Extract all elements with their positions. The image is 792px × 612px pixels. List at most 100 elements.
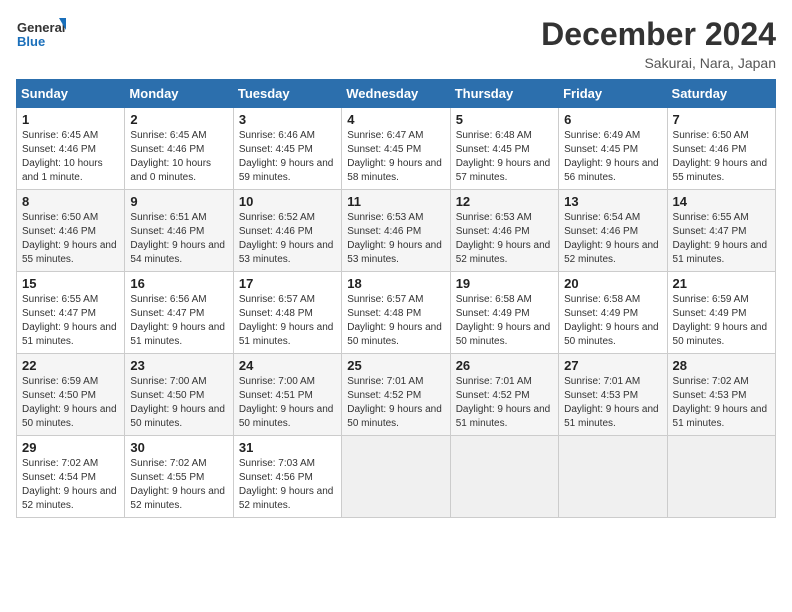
weekday-header-monday: Monday (125, 80, 233, 108)
calendar-cell: 27 Sunrise: 7:01 AMSunset: 4:53 PMDayligh… (559, 354, 667, 436)
calendar-cell: 5Sunrise: 6:48 AMSunset: 4:45 PMDaylight… (450, 108, 558, 190)
calendar-cell: 31 Sunrise: 7:03 AMSunset: 4:56 PMDayligh… (233, 436, 341, 518)
day-info: Sunrise: 6:58 AMSunset: 4:49 PMDaylight:… (456, 293, 553, 349)
calendar-title: December 2024 (541, 16, 776, 53)
calendar-cell: 12 Sunrise: 6:53 AMSunset: 4:46 PMDayligh… (450, 190, 558, 272)
day-info: Sunrise: 7:01 AMSunset: 4:52 PMDaylight:… (347, 375, 444, 431)
day-info: Sunrise: 6:50 AMSunset: 4:46 PMDaylight:… (673, 129, 770, 185)
day-info: Sunrise: 6:53 AMSunset: 4:46 PMDaylight:… (456, 211, 553, 267)
day-number: 21 (673, 276, 770, 291)
day-number: 5 (456, 112, 553, 127)
calendar-week-row: 8 Sunrise: 6:50 AMSunset: 4:46 PMDaylight… (17, 190, 776, 272)
day-number: 17 (239, 276, 336, 291)
calendar-cell: 13 Sunrise: 6:54 AMSunset: 4:46 PMDayligh… (559, 190, 667, 272)
day-number: 16 (130, 276, 227, 291)
calendar-week-row: 29Sunrise: 7:02 AMSunset: 4:54 PMDayligh… (17, 436, 776, 518)
day-number: 25 (347, 358, 444, 373)
weekday-header-sunday: Sunday (17, 80, 125, 108)
day-number: 30 (130, 440, 227, 455)
day-info: Sunrise: 6:47 AMSunset: 4:45 PMDaylight:… (347, 129, 444, 185)
day-info: Sunrise: 6:55 AMSunset: 4:47 PMDaylight:… (22, 293, 119, 349)
day-number: 6 (564, 112, 661, 127)
calendar-table: SundayMondayTuesdayWednesdayThursdayFrid… (16, 79, 776, 518)
calendar-week-row: 15 Sunrise: 6:55 AMSunset: 4:47 PMDayligh… (17, 272, 776, 354)
day-number: 9 (130, 194, 227, 209)
day-number: 15 (22, 276, 119, 291)
day-info: Sunrise: 6:46 AMSunset: 4:45 PMDaylight:… (239, 129, 336, 185)
calendar-cell: 1 Sunrise: 6:45 AMSunset: 4:46 PMDaylight… (17, 108, 125, 190)
day-info: Sunrise: 7:02 AMSunset: 4:55 PMDaylight:… (130, 457, 227, 513)
day-info: Sunrise: 6:49 AMSunset: 4:45 PMDaylight:… (564, 129, 661, 185)
calendar-cell: 8 Sunrise: 6:50 AMSunset: 4:46 PMDaylight… (17, 190, 125, 272)
day-number: 28 (673, 358, 770, 373)
day-info: Sunrise: 7:00 AMSunset: 4:51 PMDaylight:… (239, 375, 336, 431)
calendar-cell: 10 Sunrise: 6:52 AMSunset: 4:46 PMDayligh… (233, 190, 341, 272)
day-number: 24 (239, 358, 336, 373)
weekday-header-wednesday: Wednesday (342, 80, 450, 108)
day-info: Sunrise: 7:01 AMSunset: 4:53 PMDaylight:… (564, 375, 661, 431)
calendar-cell: 28Sunrise: 7:02 AMSunset: 4:53 PMDayligh… (667, 354, 775, 436)
day-info: Sunrise: 6:50 AMSunset: 4:46 PMDaylight:… (22, 211, 119, 267)
calendar-cell: 29Sunrise: 7:02 AMSunset: 4:54 PMDayligh… (17, 436, 125, 518)
day-info: Sunrise: 6:57 AMSunset: 4:48 PMDaylight:… (347, 293, 444, 349)
day-number: 14 (673, 194, 770, 209)
day-info: Sunrise: 6:51 AMSunset: 4:46 PMDaylight:… (130, 211, 227, 267)
calendar-cell: 30 Sunrise: 7:02 AMSunset: 4:55 PMDayligh… (125, 436, 233, 518)
day-number: 1 (22, 112, 119, 127)
calendar-cell (450, 436, 558, 518)
day-number: 10 (239, 194, 336, 209)
logo-svg: General Blue (16, 16, 66, 56)
calendar-week-row: 22 Sunrise: 6:59 AMSunset: 4:50 PMDayligh… (17, 354, 776, 436)
day-number: 13 (564, 194, 661, 209)
day-info: Sunrise: 6:54 AMSunset: 4:46 PMDaylight:… (564, 211, 661, 267)
calendar-week-row: 1 Sunrise: 6:45 AMSunset: 4:46 PMDaylight… (17, 108, 776, 190)
calendar-cell: 11Sunrise: 6:53 AMSunset: 4:46 PMDayligh… (342, 190, 450, 272)
calendar-cell: 7 Sunrise: 6:50 AMSunset: 4:46 PMDaylight… (667, 108, 775, 190)
day-number: 26 (456, 358, 553, 373)
calendar-subtitle: Sakurai, Nara, Japan (541, 55, 776, 71)
day-info: Sunrise: 6:56 AMSunset: 4:47 PMDaylight:… (130, 293, 227, 349)
svg-text:General: General (17, 20, 65, 35)
day-number: 3 (239, 112, 336, 127)
day-number: 20 (564, 276, 661, 291)
day-info: Sunrise: 6:45 AMSunset: 4:46 PMDaylight:… (22, 129, 119, 185)
calendar-cell: 20 Sunrise: 6:58 AMSunset: 4:49 PMDayligh… (559, 272, 667, 354)
logo: General Blue (16, 16, 66, 56)
calendar-cell: 19 Sunrise: 6:58 AMSunset: 4:49 PMDayligh… (450, 272, 558, 354)
day-info: Sunrise: 6:53 AMSunset: 4:46 PMDaylight:… (347, 211, 444, 267)
day-number: 7 (673, 112, 770, 127)
calendar-cell: 26 Sunrise: 7:01 AMSunset: 4:52 PMDayligh… (450, 354, 558, 436)
calendar-cell: 16 Sunrise: 6:56 AMSunset: 4:47 PMDayligh… (125, 272, 233, 354)
day-info: Sunrise: 7:03 AMSunset: 4:56 PMDaylight:… (239, 457, 336, 513)
day-number: 8 (22, 194, 119, 209)
day-info: Sunrise: 6:57 AMSunset: 4:48 PMDaylight:… (239, 293, 336, 349)
day-number: 4 (347, 112, 444, 127)
weekday-header-saturday: Saturday (667, 80, 775, 108)
svg-text:Blue: Blue (17, 34, 45, 49)
day-info: Sunrise: 6:52 AMSunset: 4:46 PMDaylight:… (239, 211, 336, 267)
weekday-header-thursday: Thursday (450, 80, 558, 108)
calendar-cell: 23Sunrise: 7:00 AMSunset: 4:50 PMDayligh… (125, 354, 233, 436)
day-info: Sunrise: 7:00 AMSunset: 4:50 PMDaylight:… (130, 375, 227, 431)
day-number: 27 (564, 358, 661, 373)
calendar-cell: 14 Sunrise: 6:55 AMSunset: 4:47 PMDayligh… (667, 190, 775, 272)
day-info: Sunrise: 7:01 AMSunset: 4:52 PMDaylight:… (456, 375, 553, 431)
calendar-cell: 6 Sunrise: 6:49 AMSunset: 4:45 PMDaylight… (559, 108, 667, 190)
day-number: 29 (22, 440, 119, 455)
day-number: 31 (239, 440, 336, 455)
calendar-cell (342, 436, 450, 518)
day-number: 19 (456, 276, 553, 291)
calendar-cell: 3 Sunrise: 6:46 AMSunset: 4:45 PMDaylight… (233, 108, 341, 190)
day-number: 22 (22, 358, 119, 373)
calendar-cell: 25 Sunrise: 7:01 AMSunset: 4:52 PMDayligh… (342, 354, 450, 436)
calendar-cell: 2Sunrise: 6:45 AMSunset: 4:46 PMDaylight… (125, 108, 233, 190)
calendar-cell (559, 436, 667, 518)
calendar-cell: 18Sunrise: 6:57 AMSunset: 4:48 PMDayligh… (342, 272, 450, 354)
day-info: Sunrise: 6:45 AMSunset: 4:46 PMDaylight:… (130, 129, 227, 185)
day-info: Sunrise: 6:58 AMSunset: 4:49 PMDaylight:… (564, 293, 661, 349)
calendar-cell (667, 436, 775, 518)
day-number: 12 (456, 194, 553, 209)
calendar-cell: 17 Sunrise: 6:57 AMSunset: 4:48 PMDayligh… (233, 272, 341, 354)
day-info: Sunrise: 6:55 AMSunset: 4:47 PMDaylight:… (673, 211, 770, 267)
day-info: Sunrise: 6:59 AMSunset: 4:50 PMDaylight:… (22, 375, 119, 431)
